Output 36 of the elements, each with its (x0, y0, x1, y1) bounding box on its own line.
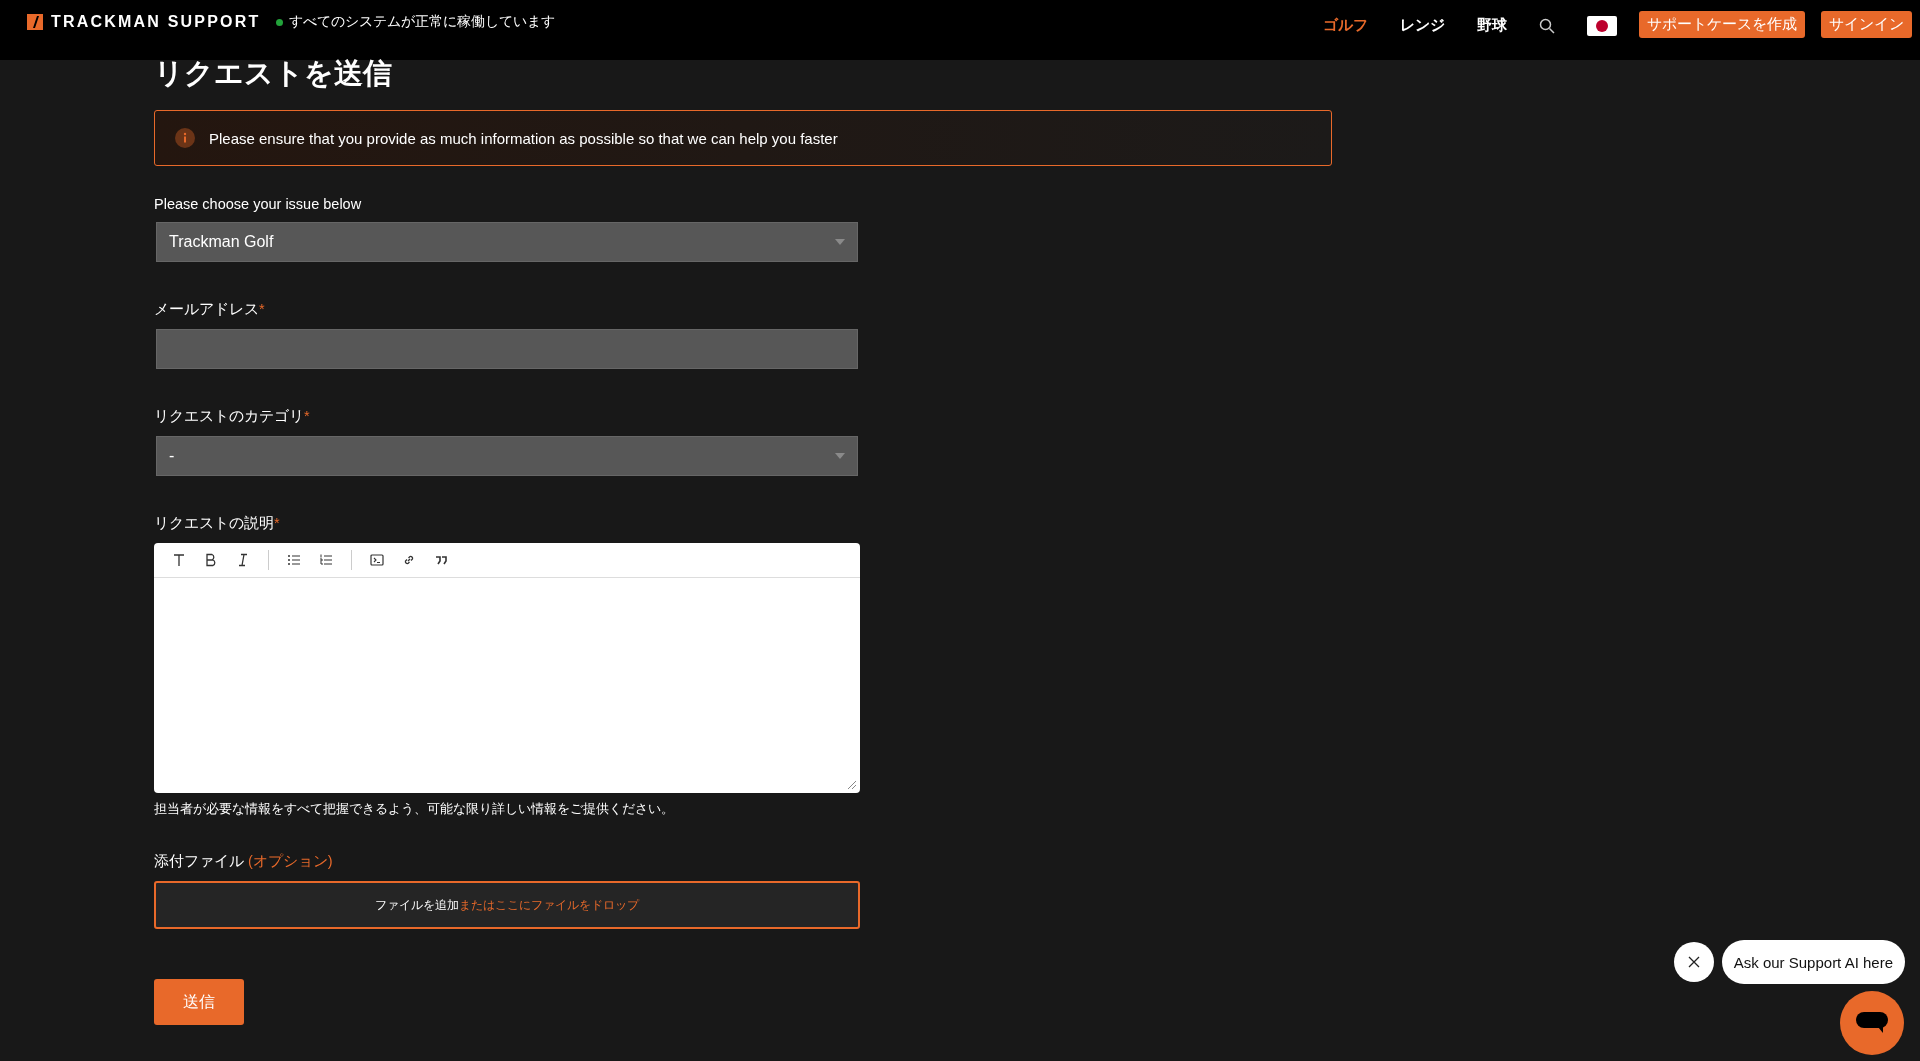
close-icon (1687, 956, 1700, 968)
site-logo[interactable]: TRACKMAN SUPPORT (51, 13, 261, 31)
select-field[interactable]: Trackman Golf (156, 222, 858, 262)
field-label: 添付ファイル (オプション) (154, 852, 334, 871)
notice-text: Please ensure that you provide as much information as possible so that we can help you faster (209, 129, 838, 147)
search-icon[interactable] (1539, 17, 1555, 34)
numbered-list-icon[interactable] (319, 553, 333, 567)
code-block-icon[interactable] (370, 553, 384, 567)
page-title: リクエストを送信 (154, 55, 393, 92)
field-hint: 担当者が必要な情報をすべて把握できるよう、可能な限り詳しい情報をご提供ください。 (154, 801, 675, 818)
field-label: リクエストのカテゴリ* (154, 407, 311, 426)
field-label: Please choose your issue below (154, 196, 363, 212)
quote-icon[interactable] (434, 553, 448, 567)
chat-prompt[interactable]: Ask our Support AI here (1721, 940, 1905, 984)
japan-flag-icon[interactable] (1587, 15, 1617, 36)
field-label: メールアドレス* (154, 300, 266, 319)
link-icon[interactable] (402, 553, 416, 567)
info-icon (175, 128, 195, 148)
resize-handle-icon[interactable] (848, 781, 856, 789)
text-format-icon[interactable] (172, 553, 186, 567)
dropdown-caret-icon (835, 453, 845, 459)
nav-link[interactable]: レンジ (1400, 16, 1445, 35)
nav-link[interactable]: ゴルフ (1323, 16, 1368, 35)
nav-link[interactable]: 野球 (1477, 16, 1507, 35)
close-button[interactable] (1673, 942, 1714, 982)
email-input[interactable] (156, 329, 858, 369)
system-status: すべてのシステムが正常に稼働しています (289, 13, 556, 31)
chat-bubble-icon (1856, 1012, 1888, 1034)
file-dropzone[interactable]: ファイルを追加 またはここにファイルをドロップ (154, 881, 860, 929)
italic-icon[interactable] (236, 553, 250, 567)
field-label: リクエストの説明* (154, 514, 281, 533)
bold-icon[interactable] (204, 553, 218, 567)
bulleted-list-icon[interactable] (287, 553, 301, 567)
logo-icon (27, 14, 43, 30)
dropdown-caret-icon (835, 239, 845, 245)
select-field[interactable]: - (156, 436, 858, 476)
